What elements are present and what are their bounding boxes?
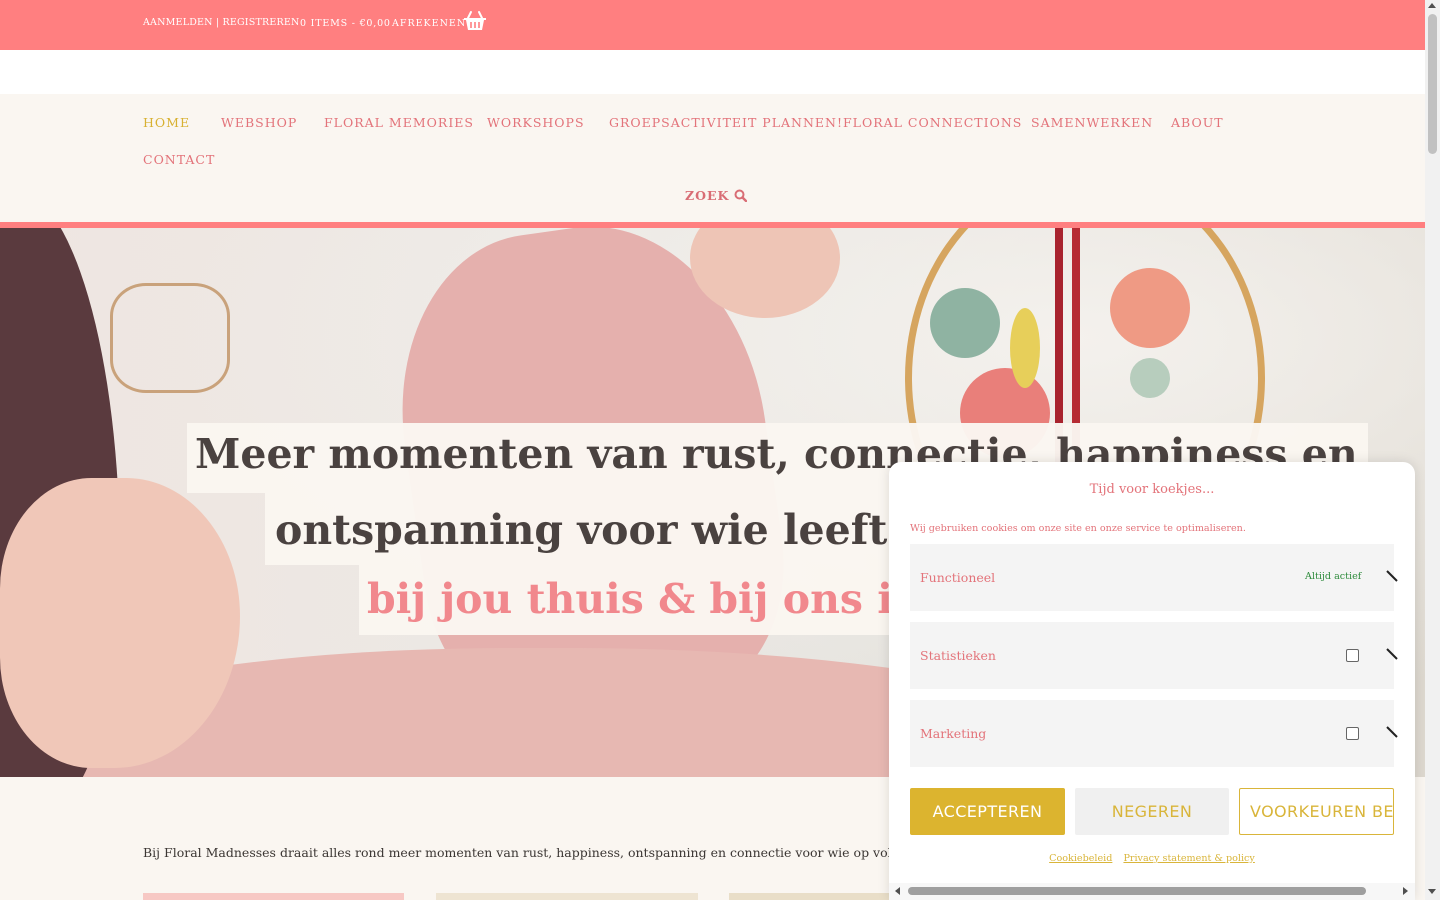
category-label: Functioneel [920,570,996,585]
statistieken-checkbox[interactable] [1346,649,1359,662]
marketing-checkbox[interactable] [1346,727,1359,740]
checkout-link[interactable]: AFREKENEN [392,18,466,29]
search-label: ZOEK [685,188,730,203]
nav-item-webshop[interactable]: WEBSHOP [221,115,297,130]
cookie-category-statistieken[interactable]: Statistieken [910,622,1398,689]
nav-item-floral-connections[interactable]: FLORAL CONNECTIONS [843,115,1022,130]
cookie-policy-link[interactable]: Cookiebeleid [1049,853,1112,864]
nav-item-contact[interactable]: CONTACT [143,152,215,167]
login-register-link[interactable]: AANMELDEN | REGISTREREN [143,17,299,28]
chevron-icon[interactable] [1386,570,1398,582]
card[interactable] [436,893,698,900]
nav-item-floral-memories[interactable]: FLORAL MEMORIES [324,115,474,130]
header-spacer [0,50,1425,94]
main-navigation: HOME WEBSHOP FLORAL MEMORIES WORKSHOPS G… [0,94,1425,222]
save-preferences-button[interactable]: VOORKEUREN BEWAREN [1239,788,1394,835]
chevron-icon[interactable] [1386,648,1398,660]
card[interactable] [729,893,889,900]
privacy-policy-link[interactable]: Privacy statement & policy [1123,853,1254,864]
cookie-message: Wij gebruiken cookies om onze site en on… [910,523,1246,534]
category-label: Marketing [920,726,987,741]
nav-item-about[interactable]: ABOUT [1171,115,1224,130]
intro-text: Bij Floral Madnesses draait alles rond m… [143,845,1001,860]
nav-item-samenwerken[interactable]: SAMENWERKEN [1031,115,1153,130]
cookie-consent-banner: Tijd voor koekjes... Wij gebruiken cooki… [889,462,1415,900]
category-label: Statistieken [920,648,996,663]
nav-item-home[interactable]: HOME [143,115,190,130]
scroll-left-icon[interactable] [895,887,900,895]
vertical-scrollbar[interactable] [1425,0,1440,900]
horizontal-scrollbar[interactable] [889,883,1415,900]
card[interactable] [143,893,404,900]
cookie-category-marketing[interactable]: Marketing [910,700,1398,767]
deny-button[interactable]: NEGEREN [1075,788,1229,835]
accept-button[interactable]: ACCEPTEREN [910,788,1065,835]
basket-icon[interactable] [463,10,487,32]
cart-summary[interactable]: 0 ITEMS - €0,00 [300,18,391,29]
cookie-category-functioneel[interactable]: Functioneel Altijd actief [910,544,1398,611]
search-toggle[interactable]: ZOEK [685,188,748,203]
search-icon [734,189,748,202]
cookie-links: Cookiebeleid Privacy statement & policy [889,853,1415,864]
nav-item-groepsactiviteit[interactable]: GROEPSACTIVITEIT PLANNEN! [609,115,843,130]
scroll-up-icon[interactable] [1428,3,1436,8]
cookie-title: Tijd voor koekjes... [1089,482,1215,497]
scroll-right-icon[interactable] [1403,887,1408,895]
nav-item-workshops[interactable]: WORKSHOPS [487,115,585,130]
chevron-icon[interactable] [1386,726,1398,738]
scrollbar-thumb[interactable] [908,887,1366,895]
always-active-label: Altijd actief [1305,571,1362,582]
top-bar: AANMELDEN | REGISTREREN 0 ITEMS - €0,00 … [0,0,1425,50]
scrollbar-thumb[interactable] [1428,14,1437,154]
scroll-down-icon[interactable] [1428,889,1436,894]
